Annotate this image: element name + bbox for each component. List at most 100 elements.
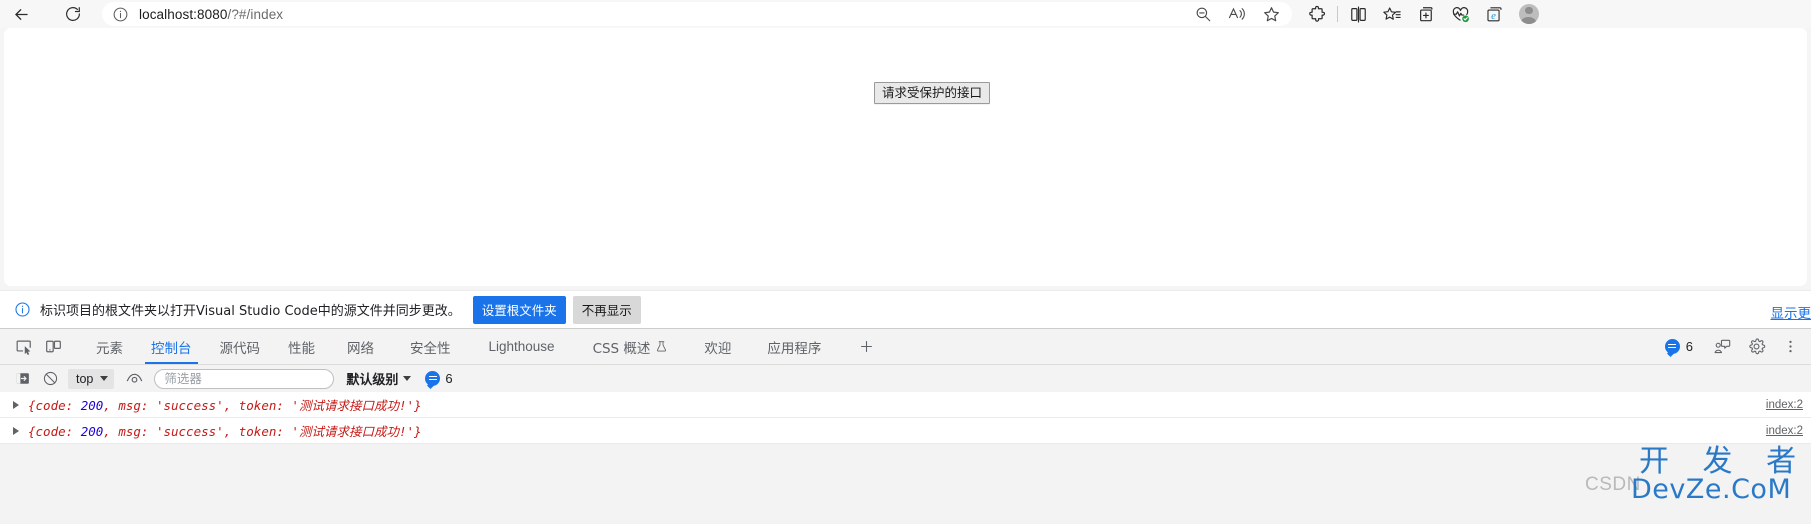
execution-context-select[interactable]: top [68, 368, 115, 389]
device-toolbar-icon[interactable] [38, 334, 68, 360]
console-filter-input[interactable] [154, 368, 335, 389]
message-bubble-icon [1664, 339, 1680, 354]
execution-context-value: top [76, 371, 94, 386]
log-string: 'success' [155, 424, 224, 439]
tab-network[interactable]: 网络 [329, 329, 392, 364]
tab-label: 性能 [288, 340, 315, 357]
log-level-value: 默认级别 [346, 373, 399, 388]
expand-arrow-icon[interactable] [10, 399, 22, 411]
live-expression-eye-icon[interactable] [120, 367, 148, 391]
back-button[interactable] [6, 2, 36, 26]
tab-label: 网络 [347, 340, 374, 357]
console-source-link[interactable]: index:2 [1766, 425, 1803, 437]
address-bar[interactable]: localhost:8080/?#/index [102, 2, 1292, 26]
tab-security[interactable]: 安全性 [392, 329, 469, 364]
collections-icon[interactable] [1375, 1, 1409, 27]
console-message-row[interactable]: {code: 200, msg: 'success', token: '测试请求… [0, 392, 1811, 418]
url-host: localhost:8080 [139, 6, 228, 22]
log-key: code: [35, 424, 81, 439]
add-panel-button[interactable] [851, 332, 881, 362]
tab-welcome[interactable]: 欢迎 [686, 329, 749, 364]
console-message-list: {code: 200, msg: 'success', token: '测试请求… [0, 392, 1811, 444]
log-number: 200 [80, 398, 104, 413]
console-toolbar: top 默认级别 6 [0, 364, 1811, 392]
expand-arrow-icon[interactable] [10, 425, 22, 437]
zoom-out-icon[interactable] [1194, 5, 1212, 23]
log-key: , token: [223, 424, 292, 439]
tab-label: 应用程序 [767, 340, 822, 357]
devtools-panel: 元素 控制台 源代码 性能 网络 安全性 Lighthouse CSS 概述 欢… [0, 328, 1811, 524]
tab-application[interactable]: 应用程序 [749, 329, 839, 364]
log-key: , msg: [103, 398, 156, 413]
clear-console-icon[interactable] [36, 367, 64, 391]
add-to-collection-icon[interactable] [1409, 1, 1443, 27]
profile-avatar[interactable] [1511, 0, 1547, 28]
brace-close: } [414, 398, 422, 413]
brace-open: { [28, 424, 36, 439]
devtools-tabs: 元素 控制台 源代码 性能 网络 安全性 Lighthouse CSS 概述 欢… [82, 329, 881, 364]
omnibox-actions [1194, 5, 1284, 23]
info-circle-icon [14, 301, 31, 318]
tab-label: 源代码 [219, 340, 261, 357]
console-message-badge[interactable]: 6 [425, 371, 453, 386]
tab-sources[interactable]: 源代码 [206, 329, 275, 364]
log-key: , token: [223, 398, 292, 413]
message-count: 6 [445, 371, 453, 386]
tab-label: 控制台 [151, 340, 192, 357]
show-more-link[interactable]: 显示更 [1771, 302, 1811, 322]
message-bubble-icon [425, 371, 441, 386]
console-message-row[interactable]: {code: 200, msg: 'success', token: '测试请求… [0, 418, 1811, 444]
tab-label: 元素 [96, 340, 123, 357]
console-source-link[interactable]: index:2 [1766, 399, 1803, 411]
log-key: code: [35, 398, 81, 413]
log-string: '测试请求接口成功!' [291, 424, 414, 439]
tab-label: 安全性 [410, 340, 451, 357]
more-options-icon[interactable] [1775, 334, 1805, 360]
feedback-icon[interactable] [1707, 334, 1737, 360]
url-path: /?#/index [227, 6, 284, 22]
extensions-puzzle-icon[interactable] [1300, 1, 1334, 27]
read-aloud-icon[interactable] [1228, 5, 1246, 23]
brace-open: { [28, 398, 36, 413]
tab-lighthouse[interactable]: Lighthouse [469, 329, 575, 364]
dont-show-again-button[interactable]: 不再显示 [572, 295, 641, 324]
chevron-down-icon [100, 376, 109, 381]
console-sidebar-icon[interactable] [8, 367, 36, 391]
log-string: 'success' [155, 398, 224, 413]
toolbar-divider [1337, 6, 1338, 22]
split-screen-icon[interactable] [1341, 1, 1375, 27]
ie-mode-icon[interactable]: e [1477, 1, 1511, 27]
log-string: '测试请求接口成功!' [291, 398, 414, 413]
infobar-message: 标识项目的根文件夹以打开Visual Studio Code中的源文件并同步更改… [40, 304, 461, 319]
tab-label: CSS 概述 [592, 340, 651, 357]
tab-console[interactable]: 控制台 [137, 329, 206, 364]
devtools-right-actions: 6 [1664, 329, 1805, 364]
tab-performance[interactable]: 性能 [274, 329, 329, 364]
tab-elements[interactable]: 元素 [82, 329, 137, 364]
site-info-icon[interactable] [112, 6, 129, 23]
browser-essentials-icon[interactable] [1443, 1, 1477, 27]
beaker-icon [655, 340, 668, 353]
devtools-tabbar: 元素 控制台 源代码 性能 网络 安全性 Lighthouse CSS 概述 欢… [0, 329, 1811, 364]
log-number: 200 [80, 424, 104, 439]
tab-label: 欢迎 [704, 340, 732, 357]
log-level-select[interactable]: 默认级别 [346, 369, 412, 388]
chevron-down-icon [403, 376, 412, 381]
console-message-text: {code: 200, msg: 'success', token: '测试请求… [28, 395, 422, 414]
settings-gear-icon[interactable] [1741, 334, 1771, 360]
url-text: localhost:8080/?#/index [139, 7, 283, 22]
tab-css-overview[interactable]: CSS 概述 [575, 329, 687, 364]
svg-text:e: e [1491, 9, 1496, 21]
inspect-element-icon[interactable] [8, 334, 38, 360]
set-root-folder-button[interactable]: 设置根文件夹 [472, 295, 566, 324]
avatar [1519, 4, 1539, 24]
request-protected-api-button[interactable]: 请求受保护的接口 [874, 82, 991, 104]
reload-button[interactable] [58, 2, 88, 26]
log-key: , msg: [103, 424, 156, 439]
message-count: 6 [1685, 339, 1693, 354]
vscode-infobar: 标识项目的根文件夹以打开Visual Studio Code中的源文件并同步更改… [0, 290, 1811, 328]
page-viewport: 请求受保护的接口 [4, 28, 1807, 286]
favorite-star-icon[interactable] [1262, 5, 1280, 23]
devtools-message-badge[interactable]: 6 [1664, 339, 1693, 354]
tab-label: Lighthouse [488, 339, 555, 354]
